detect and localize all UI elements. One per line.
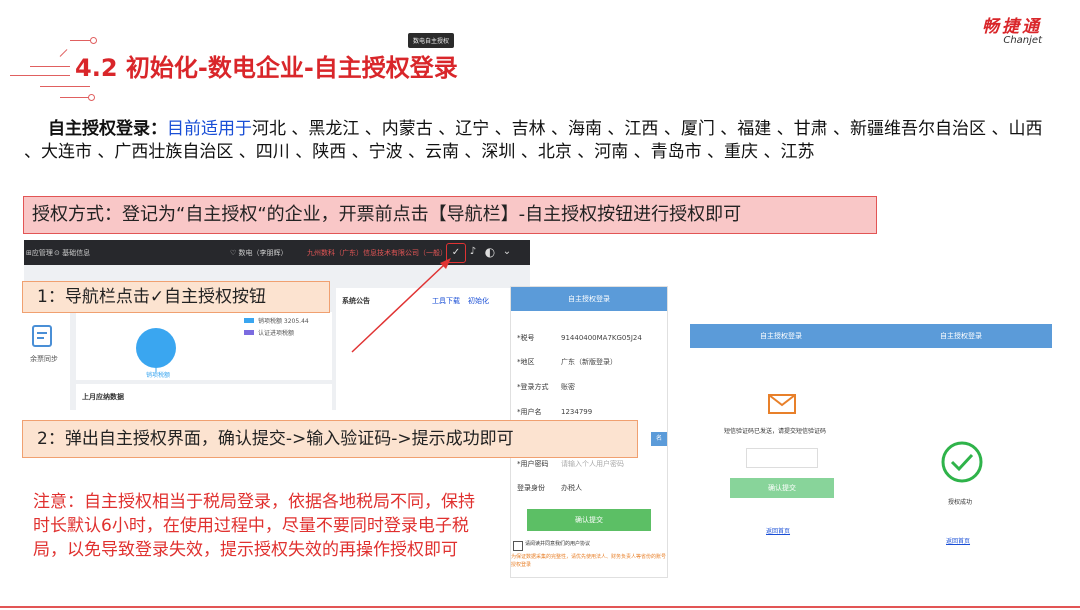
pie-slice-output-tax (136, 328, 176, 368)
sync-label[interactable]: 余票同步 (30, 354, 58, 364)
nav-mode-switch[interactable]: ♡ 数电（李朋辉） (230, 248, 288, 258)
form-row-tax-id[interactable]: *税号 91440400MA7KG05J24 (517, 333, 642, 343)
nav-basic-info[interactable]: ⊙ 基础信息 (54, 248, 90, 258)
header-decoration (59, 49, 68, 57)
form-row-password[interactable]: *用户密码 请输入个人用户密码 (517, 459, 624, 469)
pointer-arrow (351, 258, 451, 353)
legend-swatch-output (244, 318, 254, 323)
header-decoration (88, 94, 95, 101)
step-2-callout: 2：弹出自主授权界面，确认提交->输入验证码->提示成功即可 (22, 420, 638, 458)
intro-applies: 目前适用于 (167, 119, 252, 139)
auth-method-banner: 授权方式：登记为“自主授权“的企业，开票前点击【导航栏】-自主授权按钮进行授权即… (23, 196, 877, 234)
footer-divider (0, 606, 1080, 608)
attention-note: 注意：自主授权相当于税局登录，依据各地税局不同，保持时长默认6小时，在使用过程中… (33, 492, 475, 560)
verify-panel: 自主授权登录 短信验证码已发送，请提交短信验证码 确认提交 返回首页 (690, 324, 872, 548)
verify-back-link[interactable]: 返回首页 (766, 526, 790, 535)
header-decoration (30, 66, 70, 67)
verify-confirm-button[interactable]: 确认提交 (730, 478, 834, 498)
success-panel: 自主授权登录 授权成功 返回首页 (870, 324, 1052, 548)
verify-panel-title: 自主授权登录 (690, 324, 872, 348)
agree-checkbox[interactable] (513, 541, 523, 551)
sms-message: 短信验证码已发送，请提交短信验证码 (724, 428, 827, 435)
step-1-callout: 1：导航栏点击✓自主授权按钮 (22, 281, 330, 313)
intro-lead: 自主授权登录： (48, 119, 167, 139)
header-decoration (70, 40, 92, 41)
legend-output: 销项税额 3205.44 (258, 318, 309, 325)
form-row-region[interactable]: *地区 广东（新版登录） (517, 357, 617, 367)
form-row-username[interactable]: *用户名 1234799 (517, 407, 592, 417)
intro-paragraph: 自主授权登录：目前适用于河北 、黑龙江 、内蒙古 、辽宁 、吉林 、海南 、江西… (24, 118, 1054, 164)
sms-code-input[interactable] (746, 448, 818, 468)
header-decoration (60, 97, 90, 98)
chevron-down-icon[interactable]: ⌄ (498, 243, 516, 261)
self-auth-tooltip: 数电自主授权 (408, 33, 455, 48)
tax-chart-card: 销项税额 3205.44 认证进项税额 销项税额 (76, 312, 332, 380)
avatar-icon[interactable]: ◐ (481, 243, 499, 261)
sms-tag[interactable]: 名 (651, 432, 667, 446)
form-row-login-method[interactable]: *登录方式 账密 (517, 382, 575, 392)
success-back-link[interactable]: 返回首页 (946, 536, 970, 545)
legend-input: 认证进项税额 (258, 330, 295, 337)
success-text: 授权成功 (948, 499, 973, 506)
sidebar-card: 余票同步 (24, 306, 70, 410)
confirm-submit-button[interactable]: 确认提交 (527, 509, 651, 531)
header-decoration (10, 75, 70, 76)
nav-app-manage[interactable]: ⊞应管理 (26, 248, 53, 258)
pie-label: 销项税额 (146, 372, 171, 379)
agree-text[interactable]: 请阅读并同意我们的用户协议 (525, 540, 590, 547)
monthly-card: 上月应纳数据 (76, 384, 332, 410)
brand-logo: 畅捷通 Chanjet (982, 12, 1042, 46)
form-warning: 为保证数据采集的完整性，请优先使用法人、财务负责人等省份的账号授权登录 (511, 554, 667, 568)
monthly-title: 上月应纳数据 (82, 393, 124, 401)
mail-icon (768, 394, 796, 414)
page-title: 4.2 初始化-数电企业-自主授权登录 (75, 54, 458, 82)
logo-cn: 畅捷通 (982, 17, 1042, 37)
header-decoration (40, 86, 90, 87)
form-title: 自主授权登录 (511, 287, 667, 311)
legend-swatch-input (244, 330, 254, 335)
form-row-identity[interactable]: 登录身份 办税人 (517, 483, 582, 493)
success-check-icon (941, 441, 983, 483)
header-decoration (90, 37, 97, 44)
success-panel-title: 自主授权登录 (870, 324, 1052, 348)
